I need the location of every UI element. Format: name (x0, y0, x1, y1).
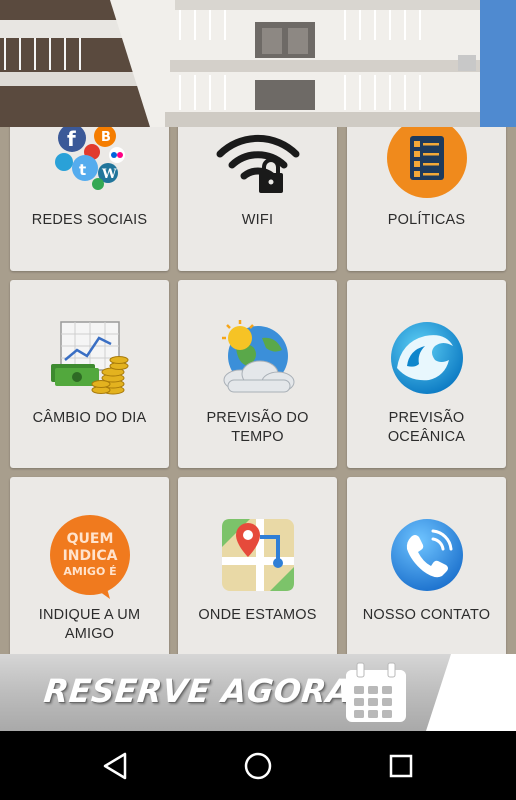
social-networks-icon: f B t W (10, 127, 169, 190)
tile-label: ONDE ESTAMOS (198, 607, 317, 623)
home-icon[interactable] (218, 731, 298, 800)
ocean-wave-icon (347, 320, 506, 396)
tile-previsao-oceanica[interactable]: PREVISÃO OCEÂNICA (347, 280, 506, 468)
tile-label: WIFI (241, 212, 274, 228)
tile-indique-a-um-amigo[interactable]: QUEM INDICA AMIGO É INDIQUE A UM AMIGO (10, 477, 169, 654)
header-hotel-photo (0, 0, 516, 127)
weather-icon (178, 318, 337, 398)
tile-nosso-contato[interactable]: NOSSO CONTATO (347, 477, 506, 654)
wifi-lock-icon (178, 132, 337, 194)
tile-label: REDES SOCIAIS (31, 212, 148, 228)
tile-label: PREVISÃO OCEÂNICA (387, 410, 466, 445)
exchange-chart-money-icon (10, 320, 169, 396)
checklist-icon (347, 127, 506, 202)
phone-call-icon (347, 517, 506, 593)
map-pin-icon (178, 517, 337, 593)
svg-text:W: W (101, 167, 117, 182)
system-navigation-bar (0, 731, 516, 800)
badge-text-line: AMIGO É (63, 565, 116, 578)
tile-onde-estamos[interactable]: ONDE ESTAMOS (178, 477, 337, 654)
tile-label: PREVISÃO DO TEMPO (206, 410, 309, 445)
tile-cambio-do-dia[interactable]: CÂMBIO DO DIA (10, 280, 169, 468)
referral-badge-icon: QUEM INDICA AMIGO É (10, 515, 169, 599)
svg-text:t: t (79, 161, 86, 179)
svg-text:B: B (101, 130, 111, 145)
tile-previsao-do-tempo[interactable]: PREVISÃO DO TEMPO (178, 280, 337, 468)
recents-icon[interactable] (361, 731, 441, 800)
reserve-now-banner[interactable]: RESERVE AGORA! (0, 654, 516, 731)
calendar-icon (344, 662, 408, 729)
tile-label: POLÍTICAS (387, 212, 466, 228)
tile-label: NOSSO CONTATO (362, 607, 491, 623)
banner-accent (426, 654, 516, 731)
badge-text-line: INDICA (62, 548, 117, 564)
tile-label: CÂMBIO DO DIA (32, 410, 147, 426)
tile-redes-sociais[interactable]: f B t W REDES SOCIAIS (10, 127, 169, 271)
tile-wifi[interactable]: WIFI (178, 127, 337, 271)
reserve-banner-text: RESERVE AGORA! (42, 672, 370, 710)
tile-label: INDIQUE A UM AMIGO (38, 607, 141, 642)
tile-politicas[interactable]: POLÍTICAS (347, 127, 506, 271)
back-icon[interactable] (76, 731, 156, 800)
svg-text:f: f (67, 127, 76, 151)
badge-text-line: QUEM (66, 531, 113, 547)
menu-grid: f B t W REDES SOCIAIS WIFI POLÍTICAS CÂM… (0, 127, 516, 654)
